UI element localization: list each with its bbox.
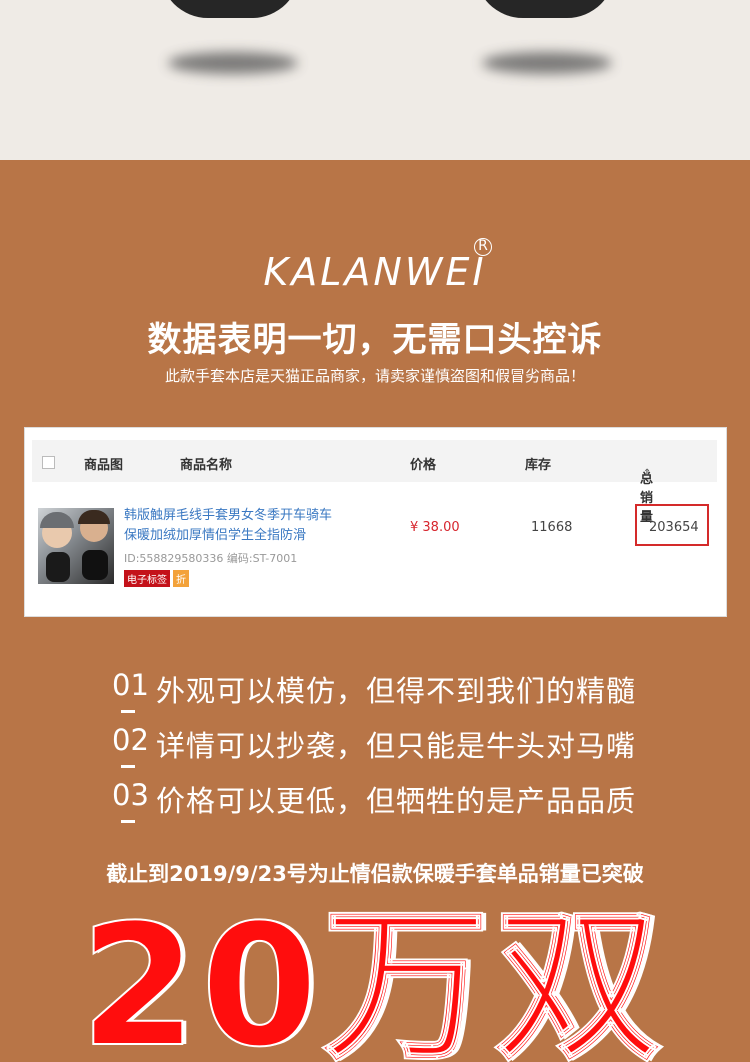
discount-badge: 折	[173, 570, 189, 587]
model-hair-right	[78, 510, 110, 524]
product-name-line2: 保暖加绒加厚情侣学生全指防滑	[124, 528, 307, 543]
e-label-badge: 电子标签	[124, 570, 170, 587]
product-total-sales: 203654	[649, 520, 699, 535]
product-name-line1: 韩版触屏毛线手套男女冬季开车骑车	[124, 508, 333, 523]
claim-number: 03	[112, 778, 149, 823]
product-thumbnail[interactable]	[38, 508, 114, 584]
page-subline: 此款手套本店是天猫正品商家，请卖家谨慎盗图和假冒劣商品！	[164, 367, 585, 385]
col-header-image: 商品图	[84, 458, 124, 473]
col-header-price: 价格	[410, 458, 437, 473]
glove-right	[82, 550, 108, 580]
table-row: 韩版触屏毛线手套男女冬季开车骑车 保暖加绒加厚情侣学生全指防滑 ID:55882…	[32, 496, 717, 587]
hat-shadow-left	[168, 52, 298, 74]
claim-text: 价格可以更低，但牺牲的是产品品质	[156, 784, 637, 818]
hat-left	[160, 0, 300, 18]
product-id: ID:558829580336 编码:ST-7001	[124, 552, 298, 565]
table-header: 商品图 商品名称 价格 库存 总销量 ⇕	[32, 440, 717, 525]
claim-text: 外观可以模仿，但得不到我们的精髓	[156, 674, 637, 708]
page-headline: 数据表明一切，无需口头控诉	[147, 320, 603, 360]
product-photo-strip	[0, 0, 750, 160]
model-hat-left	[40, 512, 74, 528]
brand-logo-text: KALANWEI	[263, 250, 487, 294]
brand-logo: KALANWEI R	[0, 238, 750, 294]
claim-text: 详情可以抄袭，但只能是牛头对马嘴	[156, 729, 637, 763]
col-header-stock: 库存	[525, 458, 552, 473]
hat-right	[475, 0, 615, 18]
select-all-checkbox[interactable]	[42, 456, 55, 469]
col-header-name: 商品名称	[180, 458, 233, 473]
claim-number: 01	[112, 668, 149, 713]
sales-table: 商品图 商品名称 价格 库存 总销量 ⇕ 韩版触屏毛线手套男女冬季开车骑车 保暖加…	[32, 440, 717, 610]
hat-shadow-right	[482, 52, 612, 74]
sort-icon[interactable]: ⇕	[643, 468, 651, 479]
sales-milestone: 20万双	[79, 888, 666, 1062]
registered-mark-icon: R	[474, 238, 492, 256]
product-price: ¥ 38.00	[410, 520, 460, 535]
sales-data-card: 商品图 商品名称 价格 库存 总销量 ⇕ 韩版触屏毛线手套男女冬季开车骑车 保暖加…	[24, 427, 727, 617]
claim-number: 02	[112, 723, 149, 768]
product-name-link[interactable]: 韩版触屏毛线手套男女冬季开车骑车 保暖加绒加厚情侣学生全指防滑	[124, 506, 354, 546]
product-stock: 11668	[531, 520, 573, 535]
glove-left	[46, 552, 70, 582]
sales-note: 截止到2019/9/23号为止情侣款保暖手套单品销量已突破	[106, 862, 644, 886]
